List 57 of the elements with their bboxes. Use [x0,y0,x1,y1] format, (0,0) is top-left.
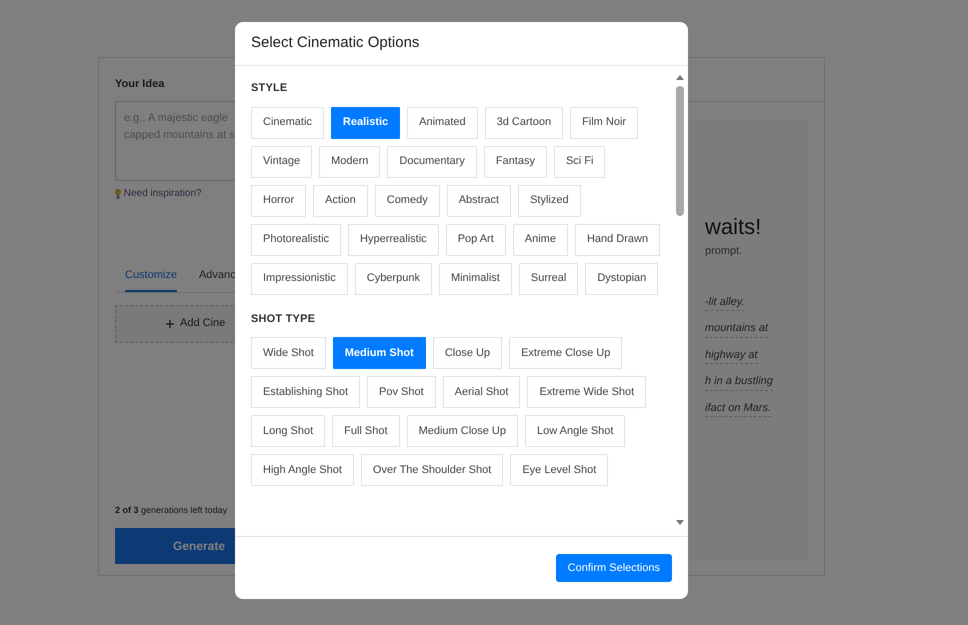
option-chip[interactable]: Animated [407,106,478,138]
option-chip[interactable]: Modern [319,146,380,178]
option-chip[interactable]: Photorealistic [251,224,342,256]
tab[interactable]: Advanc [198,261,236,292]
option-chip[interactable]: Action [313,184,368,216]
option-chip[interactable]: Dystopian [585,262,658,294]
option-chip[interactable]: Over The Shoulder Shot [360,454,504,486]
option-chip[interactable]: Medium Shot [332,337,426,369]
option-chip[interactable]: Medium Close Up [406,415,518,447]
option-chip[interactable]: Hyperrealistic [348,224,439,256]
option-chip[interactable]: Horror [251,184,306,216]
option-chip[interactable]: Cyberpunk [354,262,432,294]
plus-icon [166,320,174,328]
option-chip[interactable]: 3d Cartoon [484,106,564,138]
option-chip[interactable]: Film Noir [570,106,638,138]
option-chip[interactable]: Establishing Shot [251,376,360,408]
option-chip[interactable]: Minimalist [438,262,512,294]
dialog-title: Select Cinematic Options [251,33,420,54]
option-chip[interactable]: Low Angle Shot [525,415,626,447]
example-prompt-link[interactable]: ifact on Mars. [705,400,772,417]
option-chip[interactable]: Realistic [330,106,400,138]
option-chip[interactable]: Cinematic [251,106,324,138]
quota-text: 2 of 3 generations left today [115,504,228,517]
option-chip[interactable]: Impressionistic [251,262,348,294]
example-prompt-link[interactable]: h in a bustling [705,373,773,390]
option-chip[interactable]: Comedy [374,184,440,216]
example-prompt-link[interactable]: highway at [705,346,758,364]
option-chip[interactable]: Surreal [518,262,578,294]
inspiration-link[interactable]: Need inspiration? [124,186,202,201]
option-chip[interactable]: Vintage [251,146,312,178]
option-chip[interactable]: High Angle Shot [251,454,354,486]
option-chip[interactable]: Aerial Shot [442,376,520,408]
option-chip[interactable]: Fantasy [484,146,547,178]
option-chip[interactable]: Pov Shot [367,376,436,408]
preview-heading: waits! [705,213,762,241]
option-chip[interactable]: Full Shot [332,415,400,447]
field-label: Your Idea [115,78,164,90]
confirm-button[interactable]: Confirm Selections [556,554,672,582]
option-chip[interactable]: Extreme Wide Shot [527,376,646,408]
option-chip[interactable]: Pop Art [446,224,506,256]
option-chip[interactable]: Wide Shot [251,337,326,369]
section-heading: SHOT TYPE [251,312,316,326]
option-chip[interactable]: Anime [512,224,568,256]
option-chip[interactable]: Abstract [446,184,512,216]
option-chip[interactable]: Hand Drawn [574,224,660,256]
lightbulb-icon [115,188,121,198]
section-heading: STYLE [251,81,288,96]
option-chip[interactable]: Stylized [518,184,581,216]
preview-subtitle: prompt. [705,244,744,259]
example-prompt-link[interactable]: -lit alley. [705,294,745,311]
option-chip[interactable]: Eye Level Shot [510,454,608,486]
option-chip[interactable]: Sci Fi [554,146,606,178]
option-chip[interactable]: Documentary [387,146,477,178]
option-chip[interactable]: Close Up [432,337,502,369]
option-chip[interactable]: Extreme Close Up [509,337,622,369]
option-chip[interactable]: Long Shot [251,415,326,447]
example-prompt-link[interactable]: mountains at [705,320,768,338]
